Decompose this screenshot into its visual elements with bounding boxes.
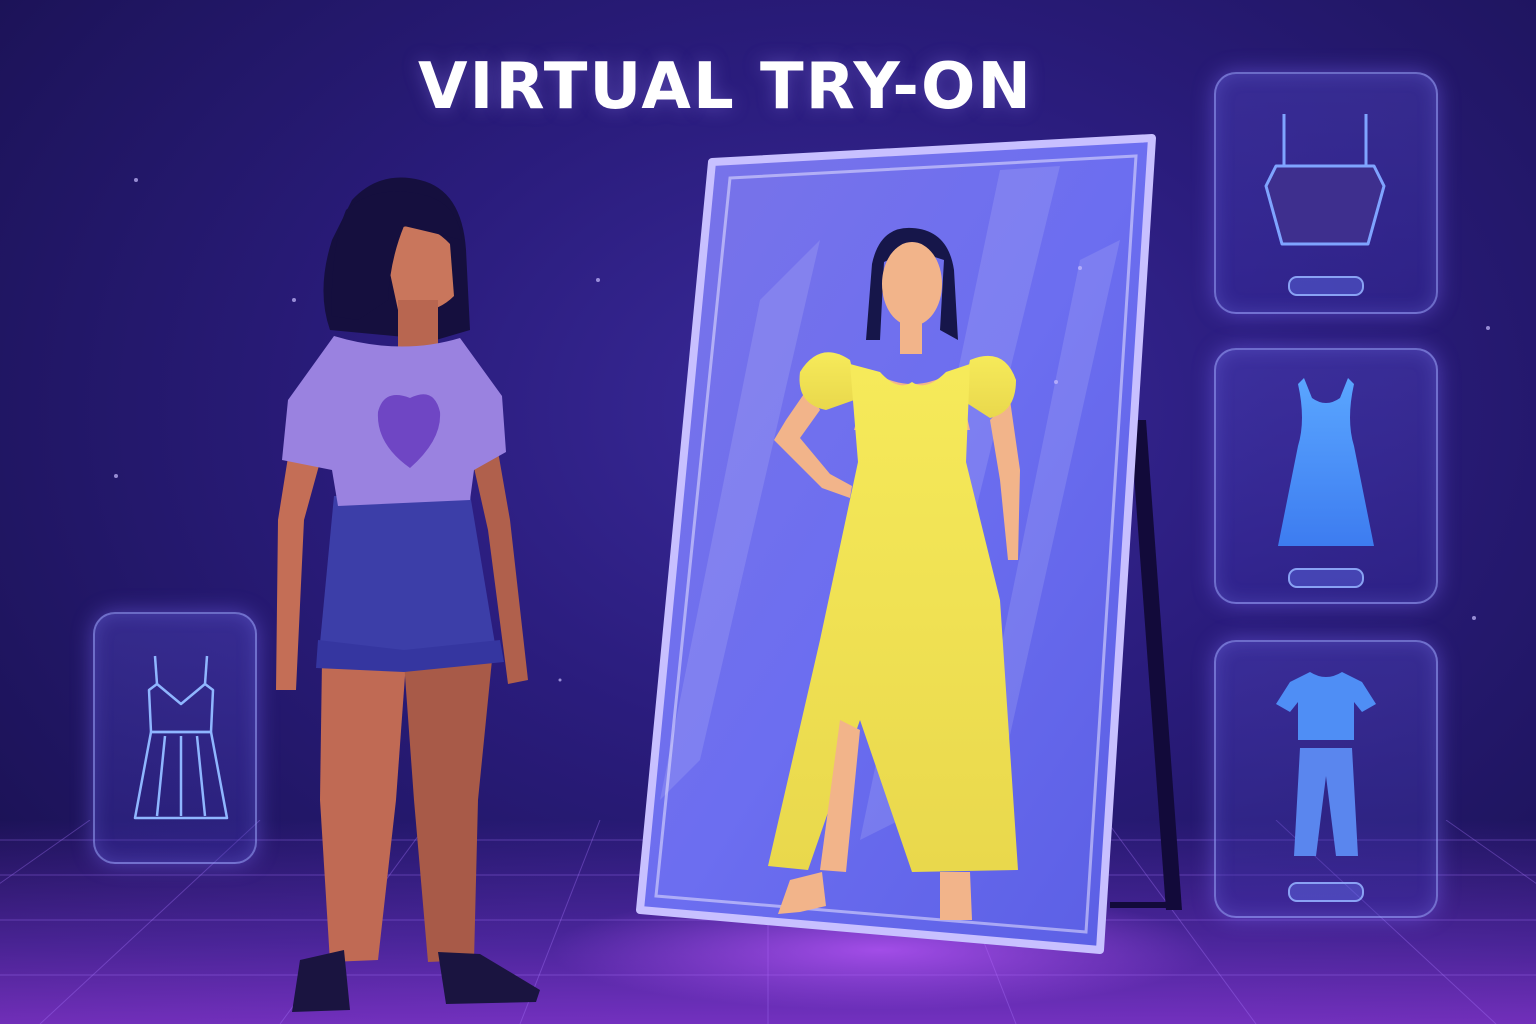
try-on-scene (114, 134, 1490, 1012)
woman-figure (276, 177, 540, 1012)
